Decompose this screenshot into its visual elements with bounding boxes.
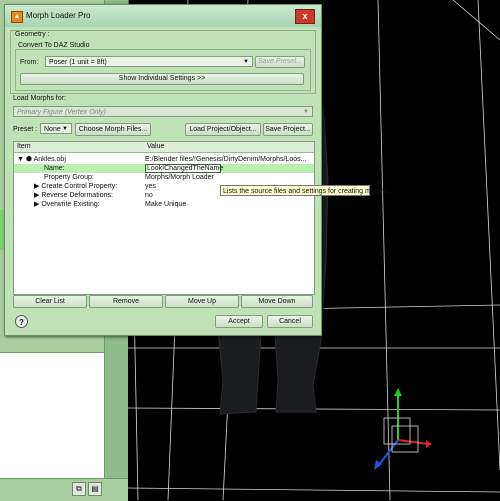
row-label-text: Create Control Property: [41, 183, 118, 190]
morph-loader-icon: ▲ [11, 11, 23, 23]
geometry-label: Geometry : [15, 31, 50, 38]
pane-footer [0, 478, 128, 501]
row-label: ▶ Reverse Deformations: [34, 191, 113, 200]
dialog-title: Morph Loader Pro [26, 11, 91, 20]
show-settings-button[interactable]: Show Individual Settings >> [20, 73, 304, 85]
row-label-text: Overwrite Existing: [41, 201, 100, 208]
column-item[interactable]: Item [17, 143, 31, 150]
transform-gizmo [374, 388, 432, 470]
help-icon[interactable]: ? [15, 315, 28, 328]
pane-list-area[interactable] [0, 352, 104, 481]
tree-row-name[interactable]: Name: LookIChangedTheName [14, 164, 314, 173]
row-label: ▶ Overwrite Existing: [34, 200, 100, 209]
move-down-button[interactable]: Move Down [241, 295, 313, 308]
tree-row-property-group[interactable]: Property Group: Morphs/Morph Loader [14, 173, 314, 182]
dialog-titlebar[interactable]: ▲ Morph Loader Pro x [5, 5, 321, 27]
load-project-button[interactable]: Load Project/Object... [185, 123, 261, 136]
preset-select[interactable]: None ▼ [40, 123, 72, 134]
accept-button[interactable]: Accept [215, 315, 263, 328]
tree-root-row[interactable]: ▼ ⬢ Ankles.obj E:/Blender files/!Genesis… [14, 155, 314, 164]
morph-tree[interactable]: Item Value ▼ ⬢ Ankles.obj E:/Blender fil… [13, 141, 315, 295]
row-value: no [145, 192, 153, 199]
root-item-label: Ankles.obj [33, 156, 66, 163]
tree-row-overwrite[interactable]: ▶ Overwrite Existing: Make Unique [14, 200, 314, 209]
row-label: Property Group: [44, 174, 94, 181]
preset-value: None [44, 126, 61, 133]
root-item-cell: ▼ ⬢ Ankles.obj [17, 155, 66, 164]
from-value: Poser (1 unit = 8ft) [49, 59, 107, 66]
row-value: yes [145, 183, 156, 190]
preset-label: Preset : [13, 126, 38, 133]
close-icon[interactable]: x [295, 9, 315, 24]
load-morphs-value: Primary Figure (Vertex Only) [17, 109, 106, 116]
row-value: Morphs/Morph Loader [145, 174, 214, 181]
clear-list-button[interactable]: Clear List [13, 295, 87, 308]
tree-tooltip: Lists the source files and settings for … [220, 185, 390, 196]
expand-arrow-icon[interactable]: ▶ [34, 192, 39, 199]
from-label: From: [20, 59, 39, 66]
root-item-value: E:/Blender files/!Genesis/DirtyDenim/Mor… [145, 156, 307, 163]
morph-loader-dialog: ▲ Morph Loader Pro x Geometry : Convert … [4, 4, 322, 336]
document-icon[interactable]: ▤ [88, 482, 102, 496]
tree-header: Item Value [14, 142, 314, 153]
row-label: Name: [44, 165, 65, 172]
row-label: ▶ Create Control Property: [34, 182, 117, 191]
object-icon: ⬢ [25, 156, 33, 163]
move-up-button[interactable]: Move Up [165, 295, 239, 308]
choose-files-button[interactable]: Choose Morph Files... [75, 123, 151, 136]
chevron-down-icon: ▼ [243, 59, 249, 65]
expand-arrow-icon[interactable]: ▶ [34, 183, 39, 190]
load-morphs-label: Load Morphs for: [13, 95, 66, 102]
copy-icon[interactable]: ⧉ [72, 482, 86, 496]
save-preset-button[interactable]: Save Preset... [255, 56, 305, 68]
cancel-button[interactable]: Cancel [267, 315, 313, 328]
chevron-down-icon: ▼ [303, 109, 309, 115]
from-select[interactable]: Poser (1 unit = 8ft) ▼ [45, 56, 253, 67]
convert-label: Convert To DAZ Studio [18, 42, 90, 49]
row-value: Make Unique [145, 201, 187, 208]
expand-arrow-icon[interactable]: ▼ [17, 156, 24, 163]
load-morphs-select[interactable]: Primary Figure (Vertex Only) ▼ [13, 106, 313, 117]
save-project-button[interactable]: Save Project... [263, 123, 313, 136]
column-value[interactable]: Value [147, 143, 164, 150]
remove-button[interactable]: Remove [89, 295, 163, 308]
name-edit-field[interactable]: LookIChangedTheName [145, 164, 223, 173]
expand-arrow-icon[interactable]: ▶ [34, 201, 39, 208]
chevron-down-icon: ▼ [62, 126, 68, 132]
row-label-text: Reverse Deformations: [41, 192, 113, 199]
